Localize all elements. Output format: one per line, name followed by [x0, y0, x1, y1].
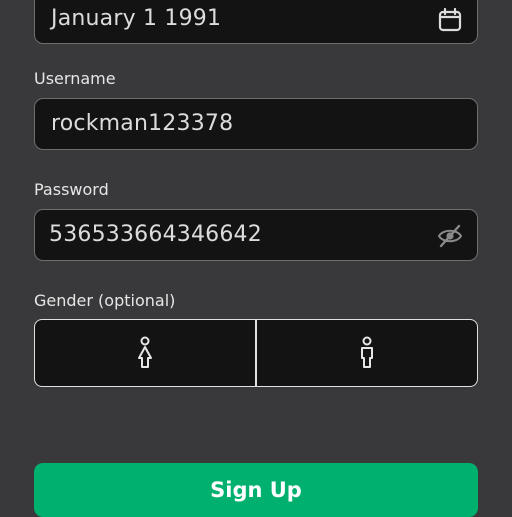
- password-value: 536533664346642: [49, 222, 262, 247]
- gender-selector: [34, 319, 478, 387]
- birthday-field[interactable]: January 1 1991: [34, 0, 478, 44]
- username-field[interactable]: rockman123378: [34, 98, 478, 150]
- gender-option-male[interactable]: [257, 320, 477, 386]
- male-icon: [360, 336, 373, 368]
- password-label: Password: [34, 180, 109, 199]
- gender-label: Gender (optional): [34, 291, 176, 310]
- username-value: rockman123378: [51, 111, 234, 136]
- female-icon: [138, 336, 153, 368]
- eye-off-icon[interactable]: [437, 223, 463, 249]
- password-field[interactable]: 536533664346642: [34, 209, 478, 261]
- sign-up-button[interactable]: Sign Up: [34, 463, 478, 517]
- birthday-value: January 1 1991: [51, 6, 222, 31]
- username-label: Username: [34, 69, 116, 88]
- gender-option-female[interactable]: [35, 320, 255, 386]
- calendar-icon[interactable]: [437, 7, 463, 33]
